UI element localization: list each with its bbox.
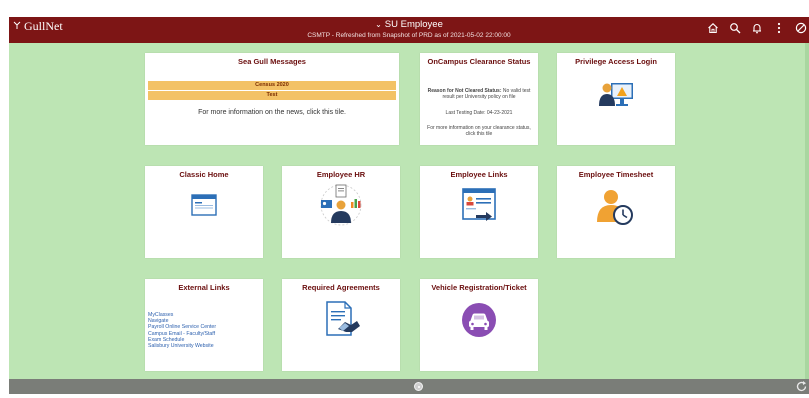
tile-privilege-access-login[interactable]: Privilege Access Login: [557, 53, 675, 145]
homepage-title: SU Employee: [384, 19, 443, 30]
clearance-more-info: For more information on your clearance s…: [427, 125, 531, 137]
link-campus-email[interactable]: Campus Email - Faculty/Staff: [148, 331, 216, 337]
homepage-grid: Sea Gull Messages Census 2020 Test For m…: [9, 43, 809, 379]
tile-title: Employee Links: [450, 170, 508, 179]
tile-title: OnCampus Clearance Status: [427, 57, 531, 66]
tile-title: External Links: [178, 283, 230, 292]
tile-sea-gull-messages[interactable]: Sea Gull Messages Census 2020 Test For m…: [145, 53, 399, 145]
homepage-selector[interactable]: ⌄ SU Employee: [9, 19, 809, 30]
tile-classic-home[interactable]: Classic Home: [145, 166, 263, 258]
top-band: [0, 0, 809, 17]
page-indicator-dot[interactable]: [414, 382, 423, 391]
tile-required-agreements[interactable]: Required Agreements: [282, 279, 400, 371]
link-salisbury-university-website[interactable]: Salisbury University Website: [148, 343, 216, 349]
navbar-icon[interactable]: [794, 21, 807, 34]
tile-title: Privilege Access Login: [575, 57, 657, 66]
tile-title: Vehicle Registration/Ticket: [431, 283, 527, 292]
tile-employee-timesheet[interactable]: Employee Timesheet: [557, 166, 675, 258]
tile-employee-hr[interactable]: Employee HR: [282, 166, 400, 258]
message-census-2020[interactable]: Census 2020: [148, 81, 396, 90]
tile-title: Employee Timesheet: [578, 170, 654, 179]
tile-external-links[interactable]: External Links MyClasses Navigate Payrol…: [145, 279, 263, 371]
vertical-scrollbar[interactable]: [805, 43, 809, 379]
clearance-reason: Reason for Not Cleared Status: No valid …: [424, 88, 534, 100]
tile-employee-links[interactable]: Employee Links: [420, 166, 538, 258]
timesheet-clock-icon: [557, 186, 675, 228]
refresh-icon[interactable]: [795, 380, 808, 393]
external-links-list: MyClasses Navigate Payroll Online Servic…: [148, 312, 216, 349]
page-footer-bar: [9, 379, 809, 394]
messages-info-text: For more information on the news, click …: [198, 109, 346, 116]
tile-title: Sea Gull Messages: [238, 57, 306, 66]
notification-bell-icon[interactable]: [750, 21, 763, 34]
chevron-down-icon: ⌄: [375, 20, 382, 29]
tile-title: Classic Home: [179, 170, 229, 179]
tile-title: Required Agreements: [302, 283, 380, 292]
tile-title: Employee HR: [316, 170, 366, 179]
search-icon[interactable]: [728, 21, 741, 34]
tile-vehicle-registration-ticket[interactable]: Vehicle Registration/Ticket: [420, 279, 538, 371]
app-header: GullNet ⌄ SU Employee CSMTP - Refreshed f…: [9, 17, 809, 43]
environment-banner: CSMTP - Refreshed from Snapshot of PRD a…: [307, 32, 511, 39]
actions-menu-icon[interactable]: [772, 21, 785, 34]
home-icon[interactable]: [706, 21, 719, 34]
privilege-access-icon: [557, 75, 675, 115]
agreement-handshake-icon: [282, 299, 400, 339]
classic-home-window-icon: [145, 194, 263, 216]
employee-links-icon: [420, 187, 538, 221]
last-testing-date: Last Testing Date: 04-23-2021: [445, 110, 513, 116]
header-actions: [706, 21, 807, 34]
link-payroll-online-service-center[interactable]: Payroll Online Service Center: [148, 324, 216, 330]
car-icon: [420, 302, 538, 338]
message-test[interactable]: Test: [148, 91, 396, 100]
employee-hr-icon: [282, 182, 400, 228]
tile-oncampus-clearance-status[interactable]: OnCampus Clearance Status Reason for Not…: [420, 53, 538, 145]
